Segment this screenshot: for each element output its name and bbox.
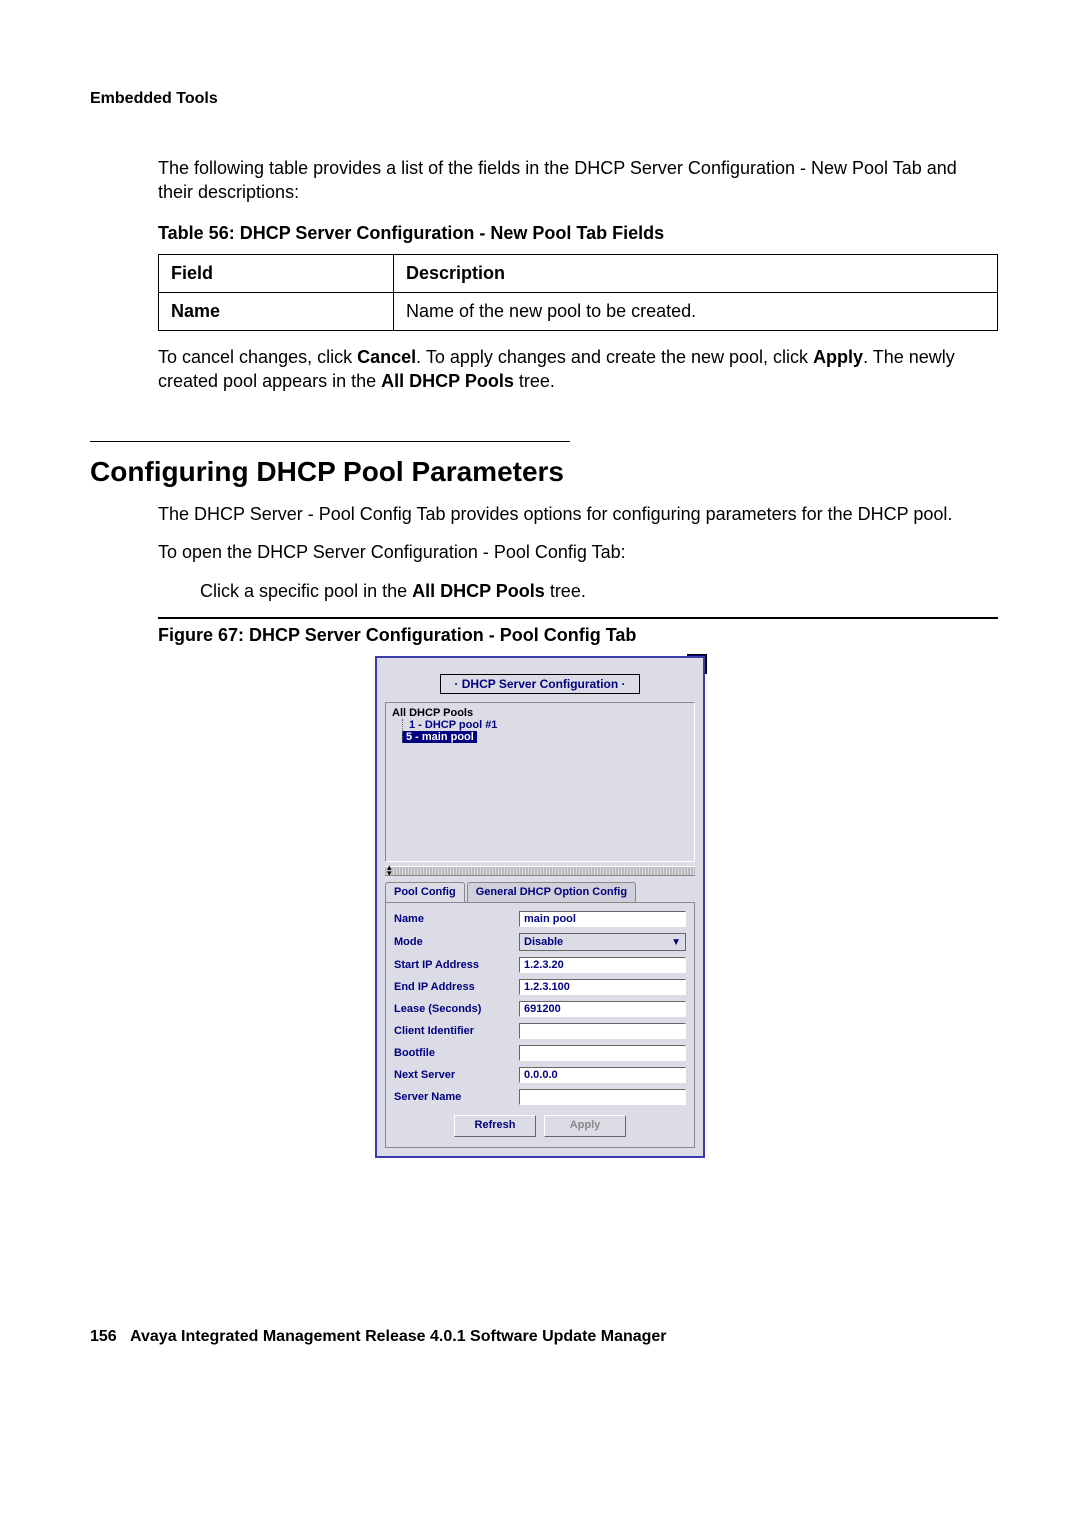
applet-title: · DHCP Server Configuration ·	[440, 674, 640, 694]
text: To cancel changes, click	[158, 347, 357, 367]
label-name: Name	[394, 913, 519, 925]
section-divider	[90, 441, 570, 442]
page-footer: 156 Avaya Integrated Management Release …	[90, 1328, 990, 1346]
step-1: Click a specific pool in the All DHCP Po…	[200, 579, 990, 603]
label-mode: Mode	[394, 936, 519, 948]
label-server-name: Server Name	[394, 1091, 519, 1103]
tree-item-mainpool[interactable]: 5 - main pool	[402, 731, 477, 743]
tree-item-pool1[interactable]: 1 - DHCP pool #1	[402, 719, 688, 731]
input-server-name[interactable]	[519, 1089, 686, 1105]
label-client-id: Client Identifier	[394, 1025, 519, 1037]
label-start-ip: Start IP Address	[394, 959, 519, 971]
row-next-server: Next Server 0.0.0.0	[394, 1067, 686, 1083]
bold-alltree: All DHCP Pools	[412, 581, 545, 601]
pool-tree[interactable]: All DHCP Pools 1 - DHCP pool #1 5 - main…	[385, 702, 695, 862]
row-server-name: Server Name	[394, 1089, 686, 1105]
col-field-header: Field	[159, 254, 394, 292]
section2-p1: The DHCP Server - Pool Config Tab provid…	[158, 502, 990, 526]
input-bootfile[interactable]	[519, 1045, 686, 1061]
input-client-id[interactable]	[519, 1023, 686, 1039]
table-caption: Table 56: DHCP Server Configuration - Ne…	[158, 223, 990, 244]
input-start-ip[interactable]: 1.2.3.20	[519, 957, 686, 973]
row-client-id: Client Identifier	[394, 1023, 686, 1039]
refresh-button[interactable]: Refresh	[454, 1115, 536, 1137]
row-lease: Lease (Seconds) 691200	[394, 1001, 686, 1017]
figure-caption: Figure 67: DHCP Server Configuration - P…	[158, 625, 990, 646]
row-bootfile: Bootfile	[394, 1045, 686, 1061]
row-start-ip: Start IP Address 1.2.3.20	[394, 957, 686, 973]
page: Embedded Tools The following table provi…	[0, 0, 1080, 1406]
input-name[interactable]: main pool	[519, 911, 686, 927]
intro-paragraph: The following table provides a list of t…	[158, 156, 990, 205]
input-end-ip[interactable]: 1.2.3.100	[519, 979, 686, 995]
row-mode: Mode Disable ▼	[394, 933, 686, 951]
section2-p2: To open the DHCP Server Configuration - …	[158, 540, 990, 564]
cell-desc: Name of the new pool to be created.	[394, 292, 998, 330]
chevron-down-icon: ▼	[671, 937, 681, 948]
input-next-server[interactable]: 0.0.0.0	[519, 1067, 686, 1083]
footer-title: Avaya Integrated Management Release 4.0.…	[130, 1328, 666, 1345]
label-lease: Lease (Seconds)	[394, 1003, 519, 1015]
text: . To apply changes and create the new po…	[416, 347, 813, 367]
select-mode[interactable]: Disable ▼	[519, 933, 686, 951]
text: tree.	[545, 581, 586, 601]
cell-field-name: Name	[159, 292, 394, 330]
label-end-ip: End IP Address	[394, 981, 519, 993]
tree-root[interactable]: All DHCP Pools	[392, 707, 688, 719]
bold-apply: Apply	[813, 347, 863, 367]
splitter-handle[interactable]: ▴▾	[385, 866, 695, 876]
label-next-server: Next Server	[394, 1069, 519, 1081]
tab-pool-config[interactable]: Pool Config	[385, 882, 465, 902]
table-header-row: Field Description	[159, 254, 998, 292]
bold-alltree: All DHCP Pools	[381, 371, 514, 391]
running-header: Embedded Tools	[90, 90, 990, 108]
fields-table: Field Description Name Name of the new p…	[158, 254, 998, 331]
col-desc-header: Description	[394, 254, 998, 292]
text: Click a specific pool in the	[200, 581, 412, 601]
page-number: 156	[90, 1328, 117, 1345]
dhcp-config-applet: ⊠ · DHCP Server Configuration · All DHCP…	[375, 656, 705, 1158]
applet-window: · DHCP Server Configuration · All DHCP P…	[375, 656, 705, 1158]
pool-config-form: Name main pool Mode Disable ▼ Start IP A…	[385, 902, 695, 1148]
tab-bar: Pool Config General DHCP Option Config	[385, 882, 695, 902]
table-row: Name Name of the new pool to be created.	[159, 292, 998, 330]
label-bootfile: Bootfile	[394, 1047, 519, 1059]
apply-button[interactable]: Apply	[544, 1115, 626, 1137]
figure-rule	[158, 617, 998, 619]
row-name: Name main pool	[394, 911, 686, 927]
form-buttons: Refresh Apply	[394, 1115, 686, 1137]
bold-cancel: Cancel	[357, 347, 416, 367]
section-title: Configuring DHCP Pool Parameters	[90, 456, 990, 488]
post-table-paragraph: To cancel changes, click Cancel. To appl…	[158, 345, 990, 394]
input-lease[interactable]: 691200	[519, 1001, 686, 1017]
row-end-ip: End IP Address 1.2.3.100	[394, 979, 686, 995]
splitter-arrows-icon: ▴▾	[387, 864, 392, 876]
tab-general-option[interactable]: General DHCP Option Config	[467, 882, 636, 902]
select-mode-value: Disable	[524, 936, 563, 948]
text: tree.	[514, 371, 555, 391]
